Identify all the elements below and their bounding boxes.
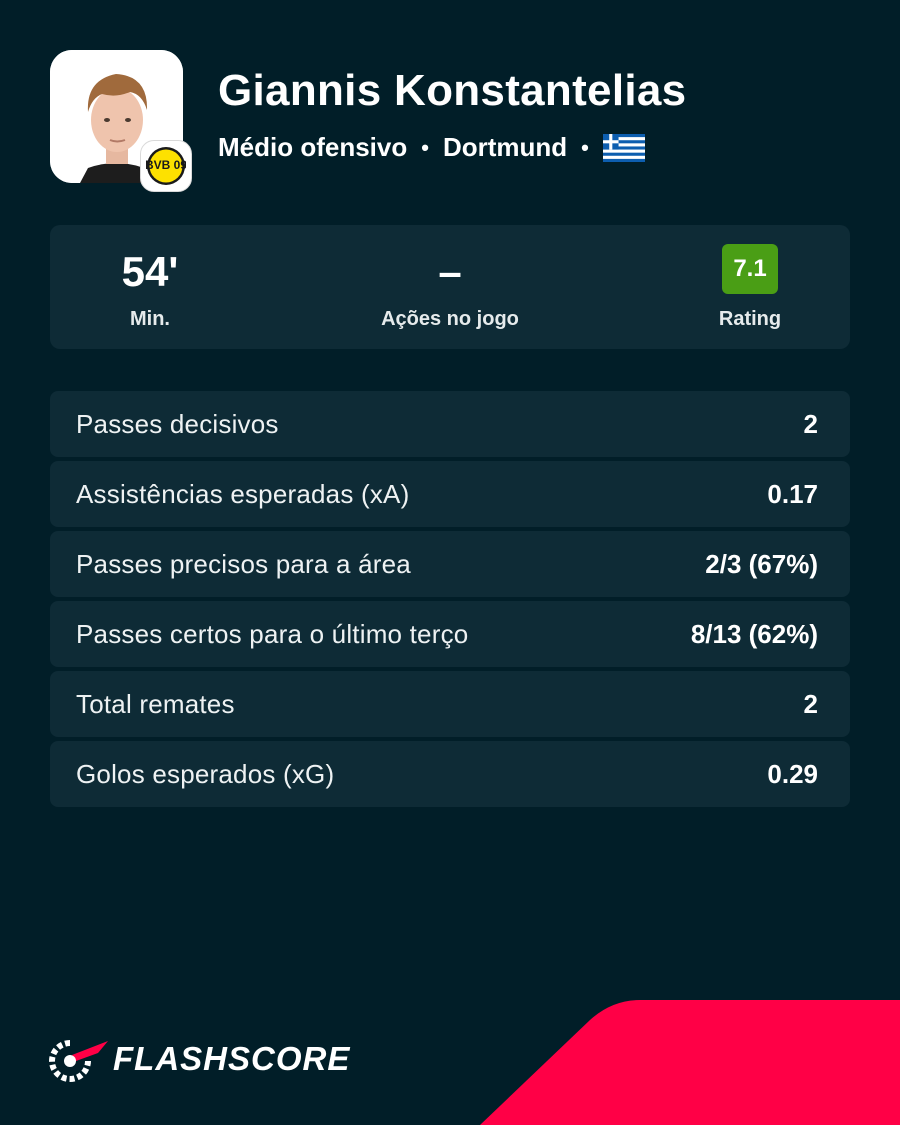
separator-dot: • — [581, 134, 589, 160]
player-club: Dortmund — [442, 132, 568, 162]
stat-label: Passes decisivos — [76, 409, 279, 439]
stat-value: 2 — [803, 409, 818, 439]
actions-stat: – Ações no jogo — [350, 225, 550, 349]
player-name: Giannis Konstantelias — [218, 66, 687, 115]
separator-dot: • — [421, 134, 429, 160]
stat-row: Total remates 2 — [50, 671, 850, 737]
flashscore-logo-icon — [49, 1040, 108, 1082]
bvb-badge-icon: BVB 09 — [140, 140, 192, 192]
minutes-value: 54' — [121, 248, 179, 295]
stat-row: Passes precisos para a área 2/3 (67%) — [50, 531, 850, 597]
stat-row: Golos esperados (xG) 0.29 — [50, 741, 850, 807]
rating-label: Rating — [718, 308, 782, 330]
actions-label: Ações no jogo — [381, 308, 519, 330]
bvb-badge-text: BVB 09 — [146, 158, 186, 172]
rating-badge: 7.1 — [722, 244, 778, 294]
stat-label: Passes precisos para a área — [76, 549, 411, 579]
stat-row: Assistências esperadas (xA) 0.17 — [50, 461, 850, 527]
match-summary-card: 54' Min. – Ações no jogo 7.1 Rating — [50, 225, 850, 349]
player-position: Médio ofensivo — [218, 132, 408, 162]
stat-label: Total remates — [76, 689, 235, 719]
rating-stat: 7.1 Rating — [650, 225, 850, 349]
greece-flag-icon — [602, 133, 645, 162]
stat-label: Assistências esperadas (xA) — [76, 479, 410, 509]
minutes-stat: 54' Min. — [50, 225, 250, 349]
stat-value: 8/13 (62%) — [690, 619, 818, 649]
stat-row: Passes certos para o último terço 8/13 (… — [50, 601, 850, 667]
stat-value: 0.29 — [767, 759, 818, 789]
actions-value: – — [438, 248, 462, 295]
stat-value: 2 — [803, 689, 818, 719]
stat-label: Passes certos para o último terço — [76, 619, 469, 649]
stat-row: Passes decisivos 2 — [50, 391, 850, 457]
stat-value: 0.17 — [767, 479, 818, 509]
stat-label: Golos esperados (xG) — [76, 759, 335, 789]
player-meta: Médio ofensivo • Dortmund • — [218, 132, 645, 163]
brand-name: FLASHSCORE — [113, 1040, 351, 1077]
minutes-label: Min. — [130, 308, 170, 330]
stat-value: 2/3 (67%) — [705, 549, 818, 579]
